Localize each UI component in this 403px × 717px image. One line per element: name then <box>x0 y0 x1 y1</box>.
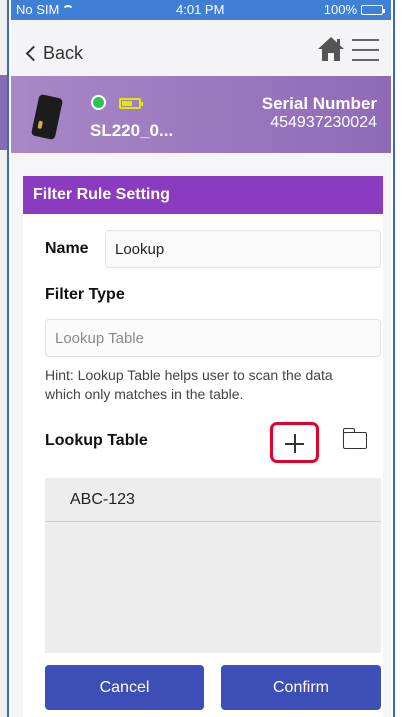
device-name: SL220_0... <box>90 121 174 140</box>
confirm-button[interactable]: Confirm <box>221 665 381 710</box>
filter-type-field[interactable]: Lookup Table <box>45 319 381 357</box>
home-icon[interactable] <box>317 35 345 63</box>
name-field[interactable]: Lookup <box>105 230 381 268</box>
hint-text: Hint: Lookup Table helps user to scan th… <box>45 367 333 402</box>
filter-rule-panel: Name Lookup Filter Type Lookup Table Hin… <box>23 214 383 717</box>
time-text: 4:01 PM <box>176 2 225 17</box>
lookup-table-list: ABC-123 <box>45 478 381 653</box>
scanner-device-icon <box>30 93 64 141</box>
app-screen: No SIM 4:01 PM 100% Back SL220_0... Seri… <box>11 0 391 717</box>
cancel-button[interactable]: Cancel <box>45 665 204 710</box>
right-edge-panel <box>393 0 403 717</box>
wifi-icon <box>62 5 75 15</box>
name-label: Name <box>45 240 89 257</box>
carrier-text: No SIM <box>16 2 60 17</box>
content-area: Filter Rule Setting Name Lookup Filter T… <box>11 153 391 717</box>
add-lookup-entry-button[interactable] <box>270 422 319 463</box>
battery-icon <box>361 4 385 15</box>
status-battery: 100% <box>323 2 385 17</box>
filter-type-label: Filter Type <box>45 286 125 303</box>
back-label: Back <box>43 43 84 63</box>
battery-percent: 100% <box>323 2 357 17</box>
status-bar: No SIM 4:01 PM 100% <box>11 0 391 20</box>
list-item[interactable]: ABC-123 <box>45 478 381 522</box>
folder-icon[interactable] <box>342 428 367 449</box>
name-field-value: Lookup <box>115 240 165 258</box>
back-button[interactable]: Back <box>25 43 84 64</box>
device-battery-icon <box>119 98 143 109</box>
lookup-table-label: Lookup Table <box>45 432 148 449</box>
panel-title: Filter Rule Setting <box>23 176 383 214</box>
hamburger-menu-icon[interactable] <box>352 39 379 61</box>
chevron-left-icon <box>25 45 42 62</box>
status-carrier: No SIM <box>16 2 75 17</box>
device-banner: SL220_0... Serial Number 454937230024 <box>11 76 391 153</box>
navigation-bar: Back <box>11 20 391 76</box>
left-edge-panel <box>0 0 9 717</box>
status-time: 4:01 PM <box>176 2 224 17</box>
serial-number-label: Serial Number <box>261 94 377 113</box>
filter-type-value: Lookup Table <box>55 329 144 347</box>
serial-number-value: 454937230024 <box>270 114 377 131</box>
screen-frame: No SIM 4:01 PM 100% Back SL220_0... Seri… <box>0 0 403 717</box>
connection-status-icon <box>91 95 106 110</box>
left-edge-accent <box>0 75 7 150</box>
